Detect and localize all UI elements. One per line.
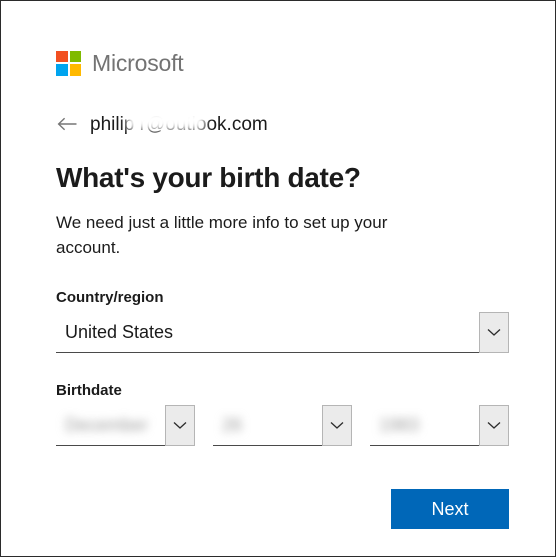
logo-square-red — [56, 50, 68, 62]
page-description: We need just a little more info to set u… — [56, 213, 388, 257]
country-region-chevron-button[interactable] — [479, 312, 509, 354]
chevron-down-icon — [487, 422, 501, 430]
birth-year-select[interactable]: 1983 — [370, 405, 509, 447]
birth-day-select[interactable]: 26 — [213, 405, 352, 447]
account-email-local-part: philip r — [90, 113, 146, 135]
page-title: What's your birth date? — [56, 162, 361, 193]
birthdate-label: Birthdate — [56, 382, 122, 400]
birth-month-chevron-button[interactable] — [165, 405, 195, 447]
account-row: philip r@outlook.com — [56, 112, 509, 136]
birthdate-field: Birthdate December 26 1983 — [56, 382, 509, 447]
signup-content: Microsoft philip r@outlook.com What's yo… — [56, 48, 509, 530]
microsoft-logo-icon — [56, 50, 81, 76]
birth-month-select-face[interactable]: December — [56, 405, 165, 447]
back-arrow-icon[interactable] — [56, 114, 78, 134]
chevron-down-icon — [487, 329, 501, 337]
birth-day-value: 26 — [222, 414, 243, 435]
signup-window: Microsoft philip r@outlook.com What's yo… — [0, 0, 556, 557]
birth-month-value: December — [65, 414, 149, 435]
brand-name: Microsoft — [92, 49, 184, 76]
birthdate-selects-row: December 26 1983 — [56, 405, 509, 447]
action-row: Next — [56, 489, 509, 530]
account-email: philip r@outlook.com — [90, 115, 268, 134]
next-button[interactable]: Next — [391, 489, 509, 530]
brand-header: Microsoft — [56, 48, 509, 78]
birth-year-chevron-button[interactable] — [479, 405, 509, 447]
logo-square-blue — [56, 64, 68, 76]
country-region-field: Country/region United States — [56, 289, 509, 354]
birth-month-select[interactable]: December — [56, 405, 195, 447]
birth-day-chevron-button[interactable] — [322, 405, 352, 447]
country-region-select-face[interactable]: United States — [56, 312, 479, 354]
logo-square-green — [69, 50, 81, 62]
country-region-value: United States — [65, 321, 174, 342]
country-region-select[interactable]: United States — [56, 312, 509, 354]
birth-year-select-face[interactable]: 1983 — [370, 405, 479, 447]
birth-year-value: 1983 — [379, 414, 420, 435]
birth-day-select-face[interactable]: 26 — [213, 405, 322, 447]
logo-square-yellow — [69, 64, 81, 76]
chevron-down-icon — [173, 422, 187, 430]
chevron-down-icon — [330, 422, 344, 430]
country-region-label: Country/region — [56, 289, 164, 307]
